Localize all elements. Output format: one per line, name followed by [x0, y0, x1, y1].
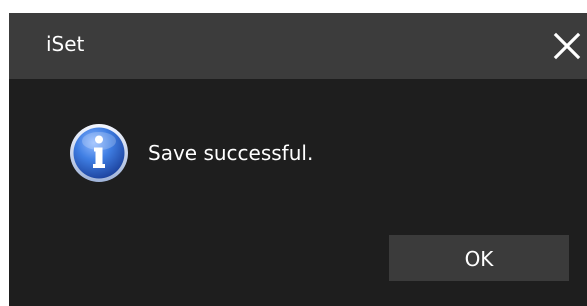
- ok-button[interactable]: OK: [389, 235, 569, 281]
- info-icon: [70, 124, 128, 182]
- window-title: iSet: [46, 32, 85, 56]
- close-icon: [553, 32, 581, 60]
- message-dialog: iSet Save successful. OK: [0, 0, 587, 306]
- title-bar: iSet: [9, 13, 587, 79]
- message-text: Save successful.: [148, 141, 314, 165]
- close-button[interactable]: [547, 26, 587, 66]
- dialog-body: Save successful. OK: [9, 79, 587, 306]
